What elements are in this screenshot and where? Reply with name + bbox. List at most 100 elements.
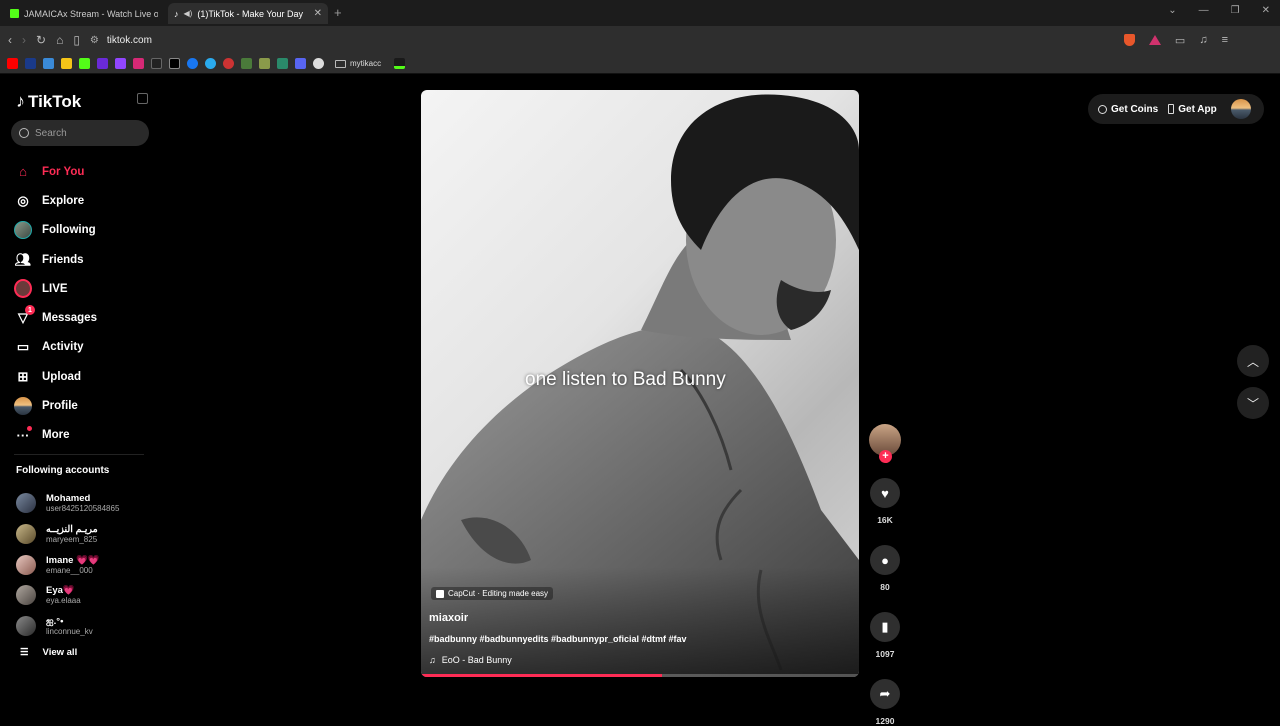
purple-bookmark-icon[interactable] [97,58,108,69]
search-input[interactable]: Search [11,120,149,146]
browser-tab-strip: JAMAICAx Stream - Watch Live on K ♪ ◀) (… [0,0,1280,26]
nav-live[interactable]: LIVE [14,274,97,303]
avatar [16,585,36,606]
telegram-bookmark-icon[interactable] [205,58,216,69]
nav-label: Explore [42,194,85,207]
video-music[interactable]: ♫ EoO - Bad Bunny [429,655,512,665]
tiktok-logo[interactable]: ♪ TikTok [16,91,81,112]
kick-bookmark-icon[interactable] [79,58,90,69]
facebook-bookmark-icon[interactable] [187,58,198,69]
search-placeholder: Search [35,127,67,139]
twitch-bookmark-icon[interactable] [115,58,126,69]
tiktok-bookmark-icon[interactable] [151,58,162,69]
previous-video-button[interactable]: ︿ [1237,345,1269,377]
sidebar-toggle-icon[interactable]: ▭ [1175,34,1185,47]
nav-profile[interactable]: Profile [14,391,97,420]
brave-shield-icon[interactable] [1123,34,1135,46]
new-tab-button[interactable]: + [334,5,342,20]
tab-jamaicax[interactable]: JAMAICAx Stream - Watch Live on K [4,3,164,24]
prime-bookmark-icon[interactable] [25,58,36,69]
tab-tiktok[interactable]: ♪ ◀) (1)TikTok - Make Your Day ✕ [168,3,328,24]
account-name: ஐ.°• [46,616,64,628]
avatar [16,554,36,575]
reload-icon[interactable]: ↻ [36,33,46,47]
list-icon: ☰ [20,647,29,659]
get-app-button[interactable]: Get App [1168,104,1217,115]
list-item[interactable]: Mohamed user8425120584865 [16,488,119,519]
comment-button[interactable]: ● [870,545,900,575]
nav-following[interactable]: Following [14,216,97,245]
green-bookmark-icon[interactable] [241,58,252,69]
video-author[interactable]: miaxoir [429,612,468,624]
menu-icon[interactable]: ≡ [1222,34,1228,46]
following-accounts-title: Following accounts [16,465,110,476]
site-info-icon[interactable]: ⚙ [90,35,99,46]
user-avatar[interactable] [1230,99,1251,119]
collapse-sidebar-icon[interactable] [137,93,148,104]
get-coins-label: Get Coins [1111,103,1159,115]
next-video-button[interactable]: ﹀ [1237,387,1269,419]
gemini-bookmark-icon[interactable] [43,58,54,69]
activity-icon: ▭ [16,339,30,355]
media-icon[interactable]: ♫ [1199,34,1207,46]
bookmark-folder[interactable]: mytikacc [335,59,381,68]
bookmark-icon[interactable]: ▯ [73,33,80,47]
home-icon: ⌂ [19,164,27,180]
globe-bookmark-icon[interactable] [313,58,324,69]
nav-more[interactable]: ··· More [14,421,97,450]
close-window-icon[interactable]: ✕ [1262,5,1270,16]
chart-bookmark-icon[interactable] [394,58,406,69]
back-icon[interactable]: ‹ [8,33,12,47]
list-item[interactable]: Imane 💗💗 emane__000 [16,549,119,580]
get-coins-button[interactable]: Get Coins [1098,104,1158,115]
nav-upload[interactable]: ⊞ Upload [14,362,97,391]
url-field[interactable]: ⚙ tiktok.com [90,35,1110,46]
forward-icon[interactable]: › [22,33,26,47]
list-item[interactable]: Eya💗 eya.elaaa [16,580,119,611]
red-bookmark-icon[interactable] [223,58,234,69]
share-button[interactable]: ➦ [870,679,900,709]
discord-bookmark-icon[interactable] [295,58,306,69]
phone-icon [1168,104,1175,114]
brave-rewards-icon[interactable] [1148,35,1161,45]
nav-for-you[interactable]: ⌂ For You [14,157,97,186]
list-item[interactable]: ஐ.°• linconnue_kv [16,611,119,642]
nav-label: Messages [42,312,97,325]
home-icon[interactable]: ⌂ [56,33,63,47]
view-all-button[interactable]: ☰ View all [16,647,119,658]
tab-title: (1)TikTok - Make Your Day [197,8,304,19]
video-progress-bar[interactable] [421,674,859,677]
account-username: eya.elaaa [46,596,81,606]
main-nav: ⌂ For You ◎ Explore Following 👥︎ Friends… [14,157,97,450]
nav-messages[interactable]: ▽ 1 Messages [14,303,97,332]
kick-favicon-icon [10,9,19,18]
tiktok-favicon-icon: ♪ [174,8,179,19]
like-button[interactable]: ♥ [870,478,900,508]
x-bookmark-icon[interactable] [169,58,180,69]
video-player[interactable]: one listen to Bad Bunny CapCut · Editing… [421,90,859,677]
figure-bookmark-icon[interactable] [259,58,270,69]
get-app-label: Get App [1178,103,1217,115]
video-hashtags[interactable]: #badbunny #badbunnyedits #badbunnypr_ofi… [429,634,687,644]
instagram-bookmark-icon[interactable] [133,58,144,69]
yellow-bookmark-icon[interactable] [61,58,72,69]
video-actions: + ♥ 16K ● 80 ▮ 1097 ➦ 1290 [868,424,902,726]
nav-explore[interactable]: ◎ Explore [14,186,97,215]
nav-friends[interactable]: 👥︎ Friends [14,245,97,274]
minimize-icon[interactable]: — [1199,5,1209,16]
save-count: 1097 [875,649,895,659]
capcut-badge[interactable]: CapCut · Editing made easy [431,587,554,600]
restore-icon[interactable]: ❐ [1231,5,1240,16]
arrow-bookmark-icon[interactable] [277,58,288,69]
follow-plus-icon[interactable]: + [879,450,892,463]
youtube-bookmark-icon[interactable] [7,58,18,69]
avatar [16,616,36,637]
tab-search-icon[interactable]: ⌄ [1168,5,1176,16]
close-tab-icon[interactable]: ✕ [314,8,322,19]
creator-avatar[interactable]: + [869,424,901,463]
account-name: Imane 💗💗 [46,554,100,566]
list-item[interactable]: مريـم النزيــه maryeem_825 [16,519,119,550]
nav-activity[interactable]: ▭ Activity [14,333,97,362]
save-button[interactable]: ▮ [870,612,900,642]
coin-icon [1098,104,1107,114]
